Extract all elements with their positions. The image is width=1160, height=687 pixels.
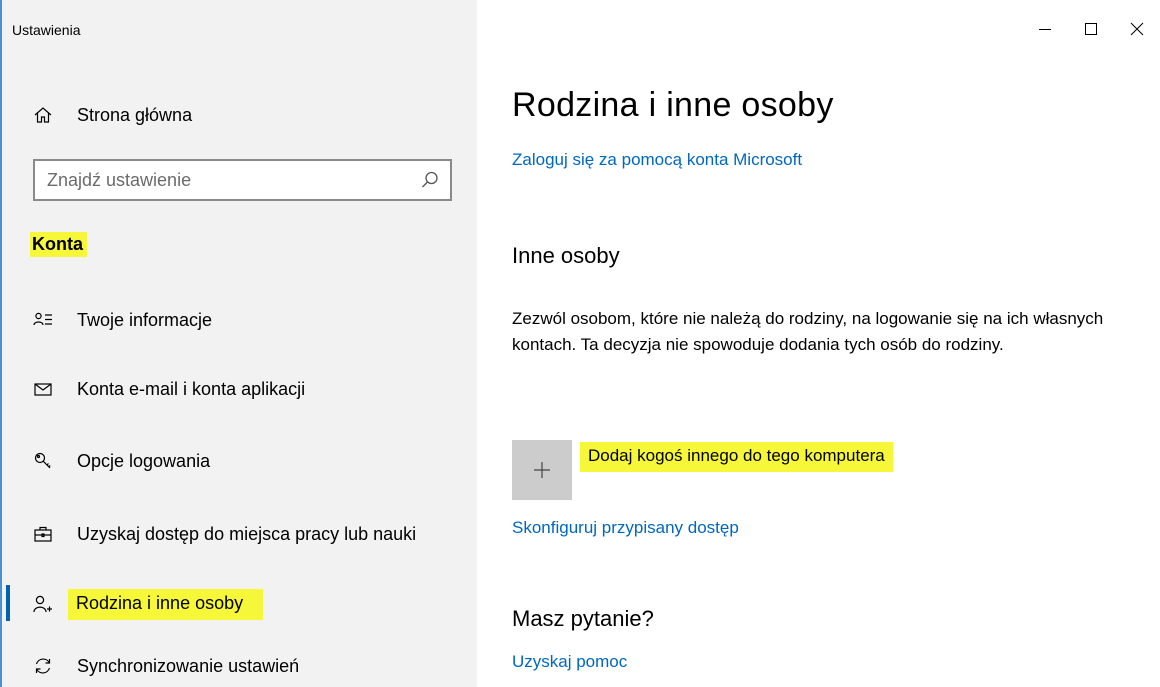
window-controls: [1022, 0, 1160, 58]
app-title: Ustawienia: [12, 22, 81, 38]
close-icon: [1130, 22, 1144, 36]
person-add-icon: [32, 593, 54, 615]
sidebar: Ustawienia Strona główna Konta: [0, 0, 477, 687]
sidebar-item-label: Konta e-mail i konta aplikacji: [77, 378, 306, 399]
add-other-user-label[interactable]: Dodaj kogoś innego do tego komputera: [580, 442, 893, 472]
other-people-heading: Inne osoby: [512, 243, 620, 268]
settings-window: Ustawienia Strona główna Konta: [0, 0, 1160, 687]
home-icon: [32, 104, 54, 126]
close-button[interactable]: [1114, 0, 1160, 58]
sidebar-item-email-accounts[interactable]: Konta e-mail i konta aplikacji: [0, 374, 477, 404]
maximize-button[interactable]: [1068, 0, 1114, 58]
question-heading: Masz pytanie?: [512, 606, 654, 631]
page-title: Rodzina i inne osoby: [512, 86, 834, 124]
add-other-user-button[interactable]: Dodaj kogoś innego do tego komputera: [512, 440, 893, 500]
get-help-link[interactable]: Uzyskaj pomoc: [512, 652, 627, 672]
sidebar-item-family-other-users[interactable]: Rodzina i inne osoby: [0, 588, 477, 620]
minimize-icon: [1039, 29, 1051, 30]
section-header-accounts: Konta: [30, 232, 87, 257]
key-icon: [32, 450, 54, 472]
sidebar-item-label: Uzyskaj dostęp do miejsca pracy lub nauk…: [77, 524, 417, 544]
main-content: Rodzina i inne osoby Zaloguj się za pomo…: [477, 0, 1160, 687]
briefcase-icon: [32, 523, 54, 545]
sidebar-item-your-info[interactable]: Twoje informacje: [0, 305, 477, 335]
sidebar-item-label: Synchronizowanie ustawień: [77, 655, 300, 676]
sidebar-item-label: Twoje informacje: [77, 309, 213, 330]
assigned-access-link[interactable]: Skonfiguruj przypisany dostęp: [512, 518, 739, 538]
mail-icon: [32, 378, 54, 400]
sidebar-item-work-school[interactable]: Uzyskaj dostęp do miejsca pracy lub nauk…: [0, 506, 477, 562]
search-input[interactable]: [47, 161, 407, 199]
microsoft-signin-link[interactable]: Zaloguj się za pomocą konta Microsoft: [512, 150, 802, 170]
sidebar-item-label: Opcje logowania: [77, 450, 211, 471]
add-tile[interactable]: [512, 440, 572, 500]
sidebar-item-sign-in-options[interactable]: Opcje logowania: [0, 446, 477, 476]
sync-icon: [32, 655, 54, 677]
home-button[interactable]: Strona główna: [0, 100, 477, 130]
home-label: Strona główna: [77, 104, 193, 125]
person-info-icon: [32, 309, 54, 331]
sidebar-item-sync-settings[interactable]: Synchronizowanie ustawień: [0, 650, 477, 682]
plus-icon: [534, 462, 550, 478]
search-box[interactable]: [33, 159, 452, 201]
maximize-icon: [1085, 23, 1097, 35]
sidebar-item-label: Rodzina i inne osoby: [68, 588, 264, 620]
minimize-button[interactable]: [1022, 0, 1068, 58]
other-people-description: Zezwól osobom, które nie należą do rodzi…: [512, 309, 1104, 354]
search-icon[interactable]: [420, 170, 440, 190]
